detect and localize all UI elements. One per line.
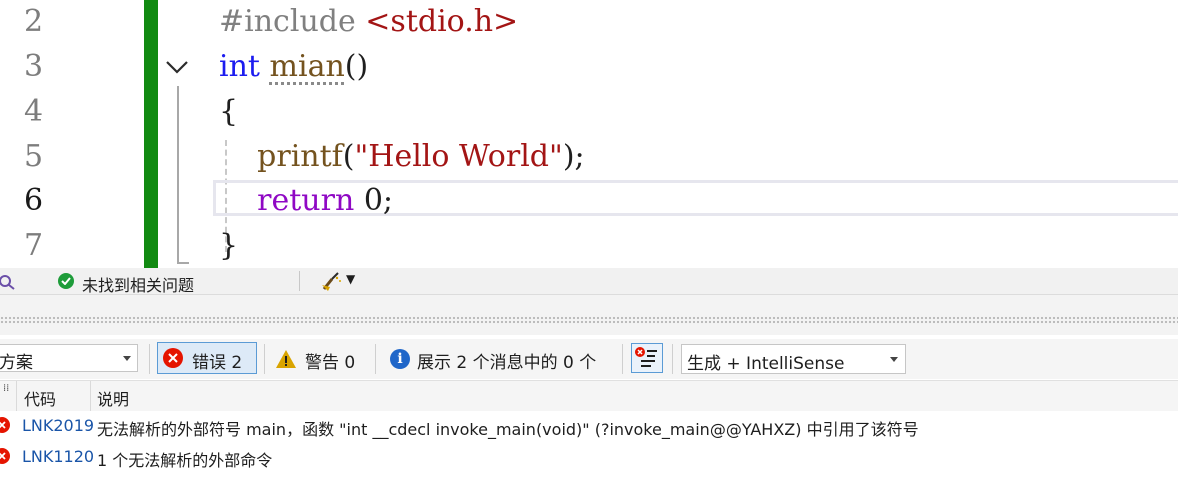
warnings-label[interactable]: 警告 0 [305,348,355,373]
messages-label[interactable]: 展示 2 个消息中的 0 个 [417,348,596,373]
function-name[interactable]: mian [270,49,345,84]
error-code-link[interactable]: LNK2019 [22,416,95,435]
check-circle-icon [58,273,74,289]
line-number: 5 [24,139,44,174]
change-tracking-bar [144,0,158,268]
error-code-link[interactable]: LNK1120 [22,447,95,466]
line-number: 4 [24,94,44,129]
error-icon [0,448,10,464]
filter-current-project-button[interactable] [631,343,663,373]
open-brace: { [219,94,239,129]
table-row[interactable]: LNK1120 1 个无法解析的外部命令 [0,442,1178,472]
filter-icon [635,347,657,367]
close-brace: } [219,228,239,263]
outline-fold-line [177,86,179,264]
code-cleanup-brush-icon[interactable] [320,271,342,291]
include-header: <stdio.h> [365,4,519,39]
code-line-7: } [219,228,238,263]
open-paren: ( [342,139,355,174]
scope-dropdown[interactable]: 方案 [0,344,138,373]
column-divider[interactable] [90,381,91,411]
toolbar-divider [149,344,150,374]
code-line-6: return 0; [219,183,393,218]
line-number-current: 6 [24,183,44,218]
column-header-description[interactable]: 说明 [97,386,129,410]
line-number: 2 [24,4,44,39]
error-description: 无法解析的外部符号 main，函数 "int __cdecl invoke_ma… [97,420,919,439]
parens: () [344,49,369,84]
code-line-5: printf("Hello World"); [219,139,585,174]
column-header-code[interactable]: 代码 [24,386,56,410]
error-icon [163,348,183,368]
collapse-chevron-icon[interactable] [164,56,190,78]
scope-value: 方案 [0,353,33,373]
code-line-3: int mian() [219,49,368,84]
build-filter-value: 生成 + IntelliSense [687,354,845,374]
intellicode-icon[interactable] [0,272,16,290]
error-list-header: ⁞⁞ 代码 说明 [0,380,1178,412]
error-list-toolbar: 方案 错误 2 警告 0 i 展示 2 个消息中的 0 个 生成 + Intel… [0,339,1178,379]
preprocessor-directive: #include [219,4,356,39]
issues-status-text[interactable]: 未找到相关问题 [82,272,194,296]
toolbar-divider [264,344,265,374]
errors-label: 错误 2 [192,353,243,373]
line-number: 3 [24,49,44,84]
line-number: 7 [24,228,44,263]
toolbar-divider [375,344,376,374]
chevron-down-icon [123,356,131,361]
error-description: 1 个无法解析的外部命令 [97,451,273,470]
code-line-2: #include <stdio.h> [219,4,518,39]
panel-splitter[interactable] [0,295,1178,335]
warning-icon[interactable] [275,349,297,369]
chevron-down-icon[interactable]: ▼ [346,272,355,286]
error-icon [0,417,10,433]
editor-status-bar: 未找到相关问题 ▼ [0,268,1178,295]
return-value: 0; [363,183,394,218]
table-row[interactable]: LNK2019 无法解析的外部符号 main，函数 "int __cdecl i… [0,411,1178,441]
code-line-4: { [219,94,238,129]
return-keyword: return [257,183,355,218]
build-intellisense-dropdown[interactable]: 生成 + IntelliSense [681,344,906,374]
type-keyword: int [219,49,260,84]
toolbar-divider [672,344,673,374]
chevron-down-icon [890,357,898,362]
info-icon[interactable]: i [390,349,410,369]
string-literal: "Hello World" [354,139,563,174]
toolbar-divider [622,344,623,374]
sort-grip-icon[interactable]: ⁞⁞ [3,383,9,394]
outline-fold-end [177,262,189,264]
divider [299,271,300,291]
column-divider[interactable] [16,381,17,411]
code-editor[interactable]: 2 3 4 5 6 7 #include <stdio.h> int mian(… [0,0,1178,268]
error-list-body: LNK2019 无法解析的外部符号 main，函数 "int __cdecl i… [0,411,1178,488]
printf-call: printf [257,139,343,174]
close-paren: ); [562,139,585,174]
errors-filter-button[interactable]: 错误 2 [157,342,257,374]
splitter-grip[interactable] [0,316,1178,324]
